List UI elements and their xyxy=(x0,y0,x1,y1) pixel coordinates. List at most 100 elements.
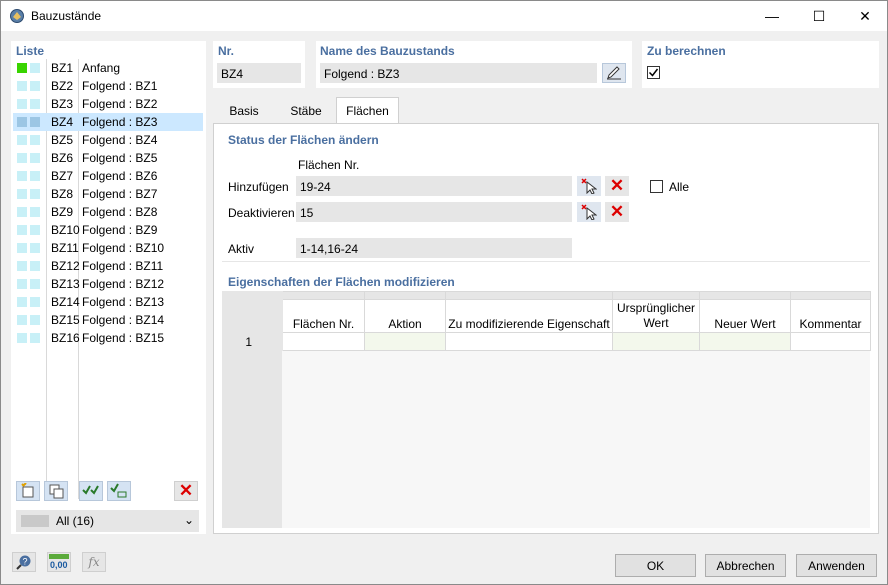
status-swatch xyxy=(30,279,40,289)
status-swatch xyxy=(17,171,27,181)
list-item[interactable]: BZ6 Folgend : BZ5 xyxy=(13,149,203,167)
add-label: Hinzufügen xyxy=(228,180,289,194)
decimal-icon: 0,00 xyxy=(49,554,69,570)
tab-basis-label: Basis xyxy=(229,103,259,118)
status-swatch xyxy=(17,315,27,325)
tab-staebe[interactable]: Stäbe xyxy=(276,98,336,123)
check-selection-button[interactable] xyxy=(107,481,131,501)
list-item-name: Folgend : BZ5 xyxy=(82,151,158,165)
edit-name-button[interactable] xyxy=(602,63,626,83)
cell-flaechen-nr[interactable] xyxy=(282,332,365,351)
cell-aktion[interactable] xyxy=(364,332,446,351)
list-item[interactable]: BZ8 Folgend : BZ7 xyxy=(13,185,203,203)
pick-add-button[interactable] xyxy=(577,176,601,196)
close-button[interactable]: ✕ xyxy=(842,1,888,31)
new-item-button[interactable] xyxy=(16,481,40,501)
alle-checkbox[interactable] xyxy=(650,180,663,193)
list-item[interactable]: BZ4 Folgend : BZ3 xyxy=(13,113,203,131)
list-item-name: Folgend : BZ7 xyxy=(82,187,158,201)
status-swatch xyxy=(30,315,40,325)
status-swatch xyxy=(17,81,27,91)
list-item[interactable]: BZ16 Folgend : BZ15 xyxy=(13,329,203,347)
list-item[interactable]: BZ3 Folgend : BZ2 xyxy=(13,95,203,113)
cell-neuer-wert[interactable] xyxy=(699,332,791,351)
formula-button[interactable]: fx xyxy=(82,552,106,572)
list-item[interactable]: BZ5 Folgend : BZ4 xyxy=(13,131,203,149)
list-item-code: BZ9 xyxy=(51,205,74,219)
clear-add-button[interactable]: ✕ xyxy=(605,176,629,196)
list-item-name: Folgend : BZ13 xyxy=(82,295,165,309)
status-swatch xyxy=(30,189,40,199)
status-swatch xyxy=(17,261,27,271)
units-button[interactable]: 0,00 xyxy=(47,552,71,572)
list-item[interactable]: BZ2 Folgend : BZ1 xyxy=(13,77,203,95)
status-swatch xyxy=(30,81,40,91)
props-table: Flächen Nr. Aktion Zu modifizierende Eig… xyxy=(222,291,871,351)
delete-icon: ✕ xyxy=(178,481,194,500)
check-selection-icon xyxy=(110,483,127,498)
list-item-code: BZ5 xyxy=(51,133,74,147)
col-header-kommentar: Kommentar xyxy=(790,299,871,333)
help-icon: ? xyxy=(16,555,31,570)
status-swatch xyxy=(17,243,27,253)
list-item[interactable]: BZ15 Folgend : BZ14 xyxy=(13,311,203,329)
dialog-window: Bauzustände — ☐ ✕ Liste BZ1 Anfang BZ2 Folg… xyxy=(0,0,888,585)
list-item[interactable]: BZ11 Folgend : BZ10 xyxy=(13,239,203,257)
status-swatch xyxy=(17,225,27,235)
minimize-button[interactable]: — xyxy=(749,1,795,31)
list-item[interactable]: BZ1 Anfang xyxy=(13,59,203,77)
filter-dropdown[interactable]: All (16) ⌄ xyxy=(16,510,199,532)
cell-urspruenglicher-wert xyxy=(612,332,700,351)
status-swatch xyxy=(30,225,40,235)
list-item-code: BZ16 xyxy=(51,331,80,345)
row-number: 1 xyxy=(222,332,283,351)
check-all-button[interactable] xyxy=(79,481,103,501)
flaechen-nr-column-label: Flächen Nr. xyxy=(298,158,360,172)
delete-item-button[interactable]: ✕ xyxy=(174,481,198,501)
list-item-code: BZ1 xyxy=(51,61,74,75)
cell-kommentar[interactable] xyxy=(790,332,871,351)
list-item-name: Anfang xyxy=(82,61,121,75)
name-label: Name des Bauzustands xyxy=(320,44,455,58)
status-swatch xyxy=(30,153,40,163)
list-item[interactable]: BZ7 Folgend : BZ6 xyxy=(13,167,203,185)
status-section: Status der Flächen ändern Flächen Nr. Hi… xyxy=(222,130,870,262)
window-title: Bauzustände xyxy=(31,9,102,23)
col-header-urspruenglicher-wert: Ursprünglicher Wert xyxy=(612,299,700,333)
status-swatch xyxy=(30,297,40,307)
pick-deactivate-button[interactable] xyxy=(577,202,601,222)
name-field[interactable]: Folgend : BZ3 xyxy=(320,63,597,83)
nr-label: Nr. xyxy=(218,44,235,58)
deactivate-field[interactable]: 15 xyxy=(296,202,572,222)
list-item[interactable]: BZ10 Folgend : BZ9 xyxy=(13,221,203,239)
checkmark-icon xyxy=(648,68,659,77)
clear-deactivate-button[interactable]: ✕ xyxy=(605,202,629,222)
add-field[interactable]: 19-24 xyxy=(296,176,572,196)
list-item[interactable]: BZ9 Folgend : BZ8 xyxy=(13,203,203,221)
status-swatch xyxy=(17,189,27,199)
list-item[interactable]: BZ12 Folgend : BZ11 xyxy=(13,257,203,275)
list-item[interactable]: BZ13 Folgend : BZ12 xyxy=(13,275,203,293)
nr-field[interactable]: BZ4 xyxy=(217,63,301,83)
list-item[interactable]: BZ14 Folgend : BZ13 xyxy=(13,293,203,311)
status-swatch xyxy=(30,171,40,181)
cell-eigenschaft[interactable] xyxy=(445,332,613,351)
copy-item-button[interactable] xyxy=(44,481,68,501)
col-header-eigenschaft: Zu modifizierende Eigenschaft xyxy=(445,299,613,333)
ok-button[interactable]: OK xyxy=(615,554,696,577)
cancel-button[interactable]: Abbrechen xyxy=(705,554,786,577)
calc-checkbox[interactable] xyxy=(647,66,660,79)
help-button[interactable]: ? xyxy=(12,552,36,572)
tab-flaechen[interactable]: Flächen xyxy=(336,97,399,124)
list-item-code: BZ10 xyxy=(51,223,80,237)
nr-panel: Nr. BZ4 xyxy=(213,41,305,88)
svg-text:0,00: 0,00 xyxy=(50,560,68,570)
tab-basis[interactable]: Basis xyxy=(214,98,274,123)
table-row[interactable]: 1 xyxy=(222,332,871,351)
tab-staebe-label: Stäbe xyxy=(290,103,322,118)
status-swatch xyxy=(30,243,40,253)
maximize-button[interactable]: ☐ xyxy=(796,1,842,31)
list-item-name: Folgend : BZ6 xyxy=(82,169,158,183)
apply-button[interactable]: Anwenden xyxy=(796,554,877,577)
copy-icon xyxy=(49,484,64,499)
